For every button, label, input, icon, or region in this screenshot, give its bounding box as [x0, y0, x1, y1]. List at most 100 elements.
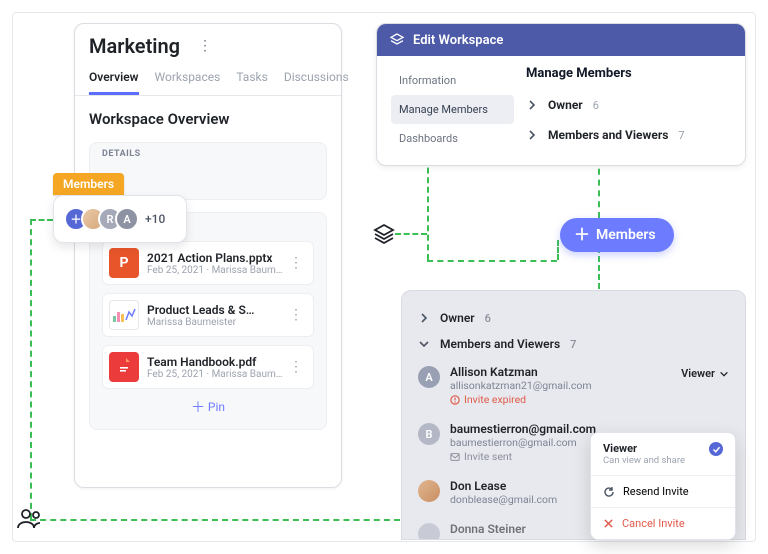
- manage-members-title: Manage Members: [526, 66, 731, 81]
- content-item-more[interactable]: ⋮: [285, 359, 307, 375]
- role-label: Viewer: [681, 367, 715, 380]
- avatar: [418, 523, 440, 540]
- members-chip[interactable]: ＋ R A +10: [53, 195, 187, 243]
- avatar: [418, 480, 440, 502]
- nav-information[interactable]: Information: [391, 66, 514, 95]
- connector-line: [30, 519, 400, 521]
- cancel-label: Cancel Invite: [622, 517, 685, 530]
- content-item-sub: Marissa Baumeister: [147, 317, 285, 328]
- edit-workspace-header: Edit Workspace: [377, 24, 745, 56]
- panel-members-row[interactable]: Members and Viewers 7: [418, 331, 729, 357]
- tab-workspaces[interactable]: Workspaces: [155, 64, 221, 95]
- ppt-icon: P: [109, 248, 139, 278]
- edit-workspace-main: Manage Members Owner 6 Members and Viewe…: [522, 56, 745, 165]
- connector-line: [427, 260, 557, 262]
- member-row[interactable]: A Allison Katzman allisonkatzman21@gmail…: [418, 357, 729, 414]
- people-icon: [16, 506, 44, 530]
- content-item-more[interactable]: ⋮: [285, 255, 307, 271]
- details-section: DETAILS: [89, 142, 327, 200]
- chevron-right-icon: [526, 129, 538, 141]
- members-badge: Members: [53, 173, 124, 195]
- details-label: DETAILS: [102, 149, 314, 159]
- content-item[interactable]: P 2021 Action Plans.pptx Feb 25, 2021 · …: [102, 241, 314, 285]
- edit-workspace-nav: Information Manage Members Dashboards: [377, 56, 522, 165]
- edit-workspace-card: Edit Workspace Information Manage Member…: [376, 23, 746, 166]
- content-item-title: Team Handbook.pdf: [147, 355, 285, 369]
- connector-line: [598, 247, 600, 289]
- group-count: 6: [593, 99, 599, 112]
- pin-label: Pin: [208, 400, 225, 414]
- member-email: allisonkatzman21@gmail.com: [450, 379, 671, 392]
- content-item-title: Product Leads & S…: [147, 303, 285, 317]
- invite-status-text: Invite expired: [464, 393, 526, 406]
- section-header: Workspace Overview: [89, 110, 327, 128]
- nav-dashboards[interactable]: Dashboards: [391, 124, 514, 153]
- avatar: A: [115, 207, 139, 231]
- mail-icon: [450, 452, 460, 462]
- role-option-sub: Can view and share: [603, 455, 701, 466]
- member-name: Allison Katzman: [450, 365, 671, 379]
- panel-group-label: Members and Viewers: [440, 337, 560, 351]
- group-label: Owner: [548, 98, 583, 112]
- resend-invite-button[interactable]: Resend Invite: [591, 475, 735, 507]
- connector-line: [30, 219, 53, 221]
- refresh-icon: [603, 486, 615, 498]
- nav-manage-members[interactable]: Manage Members: [391, 95, 514, 124]
- layers-icon: [389, 32, 405, 48]
- panel-group-label: Owner: [440, 311, 475, 325]
- layers-icon: [372, 222, 396, 246]
- content-section: CONTENT P 2021 Action Plans.pptx Feb 25,…: [89, 212, 327, 430]
- alert-icon: [450, 395, 460, 405]
- resend-label: Resend Invite: [623, 485, 689, 498]
- add-members-button[interactable]: ＋ Members: [560, 218, 674, 252]
- connector-line: [427, 158, 429, 260]
- pdf-icon: [109, 352, 139, 382]
- content-item-sub: Feb 25, 2021 · Marissa Baum…: [147, 369, 285, 380]
- edit-workspace-title: Edit Workspace: [413, 33, 503, 48]
- role-option-viewer[interactable]: Viewer Can view and share: [591, 433, 735, 475]
- group-label: Members and Viewers: [548, 128, 668, 142]
- check-icon: [709, 442, 723, 456]
- connector-line: [598, 158, 600, 218]
- invite-status-text: Invite sent: [464, 450, 512, 463]
- close-icon: [603, 518, 614, 529]
- connector-line: [30, 219, 32, 519]
- workspace-title: Marketing: [89, 34, 180, 58]
- avatar: A: [418, 366, 440, 388]
- plus-icon: ＋: [574, 227, 590, 243]
- chevron-right-icon: [526, 99, 538, 111]
- panel-group-count: 7: [570, 338, 576, 351]
- content-item-more[interactable]: ⋮: [285, 307, 307, 323]
- chevron-down-icon: [719, 369, 729, 379]
- avatar: B: [418, 423, 440, 445]
- more-menu-button[interactable]: ⋮: [192, 37, 218, 55]
- content-item[interactable]: Team Handbook.pdf Feb 25, 2021 · Marissa…: [102, 345, 314, 389]
- tab-overview[interactable]: Overview: [89, 64, 139, 95]
- members-pill-label: Members: [596, 227, 656, 243]
- tab-discussions[interactable]: Discussions: [284, 64, 349, 95]
- group-count: 7: [678, 129, 684, 142]
- panel-owner-row[interactable]: Owner 6: [418, 305, 729, 331]
- cancel-invite-button[interactable]: Cancel Invite: [591, 507, 735, 539]
- chart-icon: [109, 300, 139, 330]
- tab-bar: Overview Workspaces Tasks Discussions: [75, 64, 341, 96]
- panel-group-count: 6: [485, 312, 491, 325]
- group-owner-row[interactable]: Owner 6: [526, 91, 731, 119]
- plus-icon: ＋: [191, 400, 205, 416]
- avatar-stack: ＋ R A: [64, 207, 139, 231]
- role-popup: Viewer Can view and share Resend Invite …: [590, 432, 736, 540]
- tab-tasks[interactable]: Tasks: [236, 64, 268, 95]
- content-item-title: 2021 Action Plans.pptx: [147, 251, 285, 265]
- content-item[interactable]: Product Leads & S… Marissa Baumeister ⋮: [102, 293, 314, 337]
- chevron-down-icon: [418, 338, 430, 350]
- invite-status: Invite expired: [450, 393, 671, 406]
- members-extra-count: +10: [145, 212, 165, 226]
- role-dropdown[interactable]: Viewer: [681, 365, 729, 380]
- pin-button[interactable]: ＋ Pin: [102, 397, 314, 417]
- workspace-card: Marketing ⋮ Overview Workspaces Tasks Di…: [74, 23, 342, 488]
- content-item-sub: Feb 25, 2021 · Marissa Baum…: [147, 265, 285, 276]
- chevron-right-icon: [418, 312, 430, 324]
- role-option-title: Viewer: [603, 442, 701, 455]
- group-members-row[interactable]: Members and Viewers 7: [526, 121, 731, 149]
- connector-line: [557, 240, 559, 260]
